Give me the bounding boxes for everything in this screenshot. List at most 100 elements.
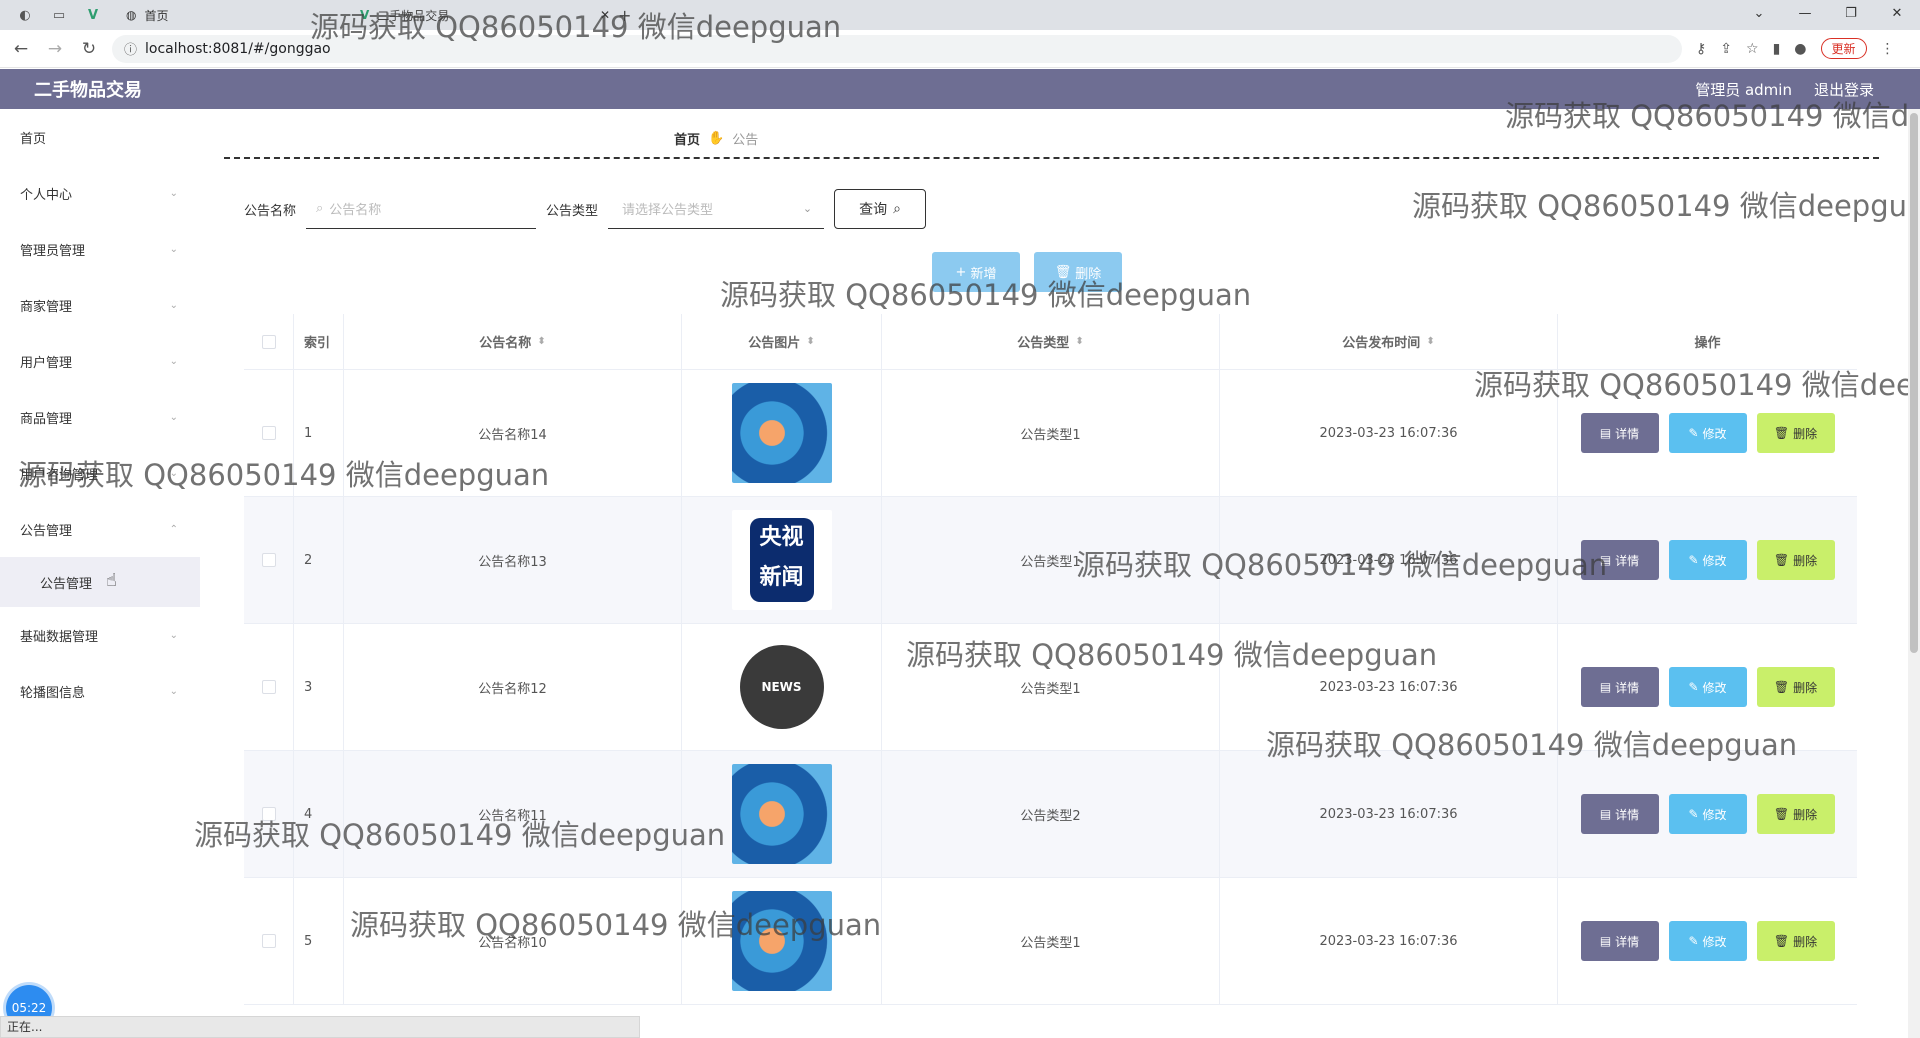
user-label: 管理员 admin <box>1695 80 1792 99</box>
row-checkbox[interactable] <box>261 680 276 694</box>
chevron-down-icon: ⌄ <box>169 299 178 311</box>
delete-button[interactable]: 🗑 删除 <box>1756 921 1835 961</box>
pencil-icon: ✎ <box>1688 426 1699 440</box>
plus-icon: + <box>955 264 967 280</box>
chevron-down-icon: ⌄ <box>169 685 178 697</box>
edit-button[interactable]: ✎ 修改 <box>1668 921 1747 961</box>
reload-icon[interactable]: ↻ <box>76 39 102 59</box>
chevron-down-icon: ⌄ <box>169 355 178 367</box>
select-all-checkbox[interactable] <box>261 334 276 349</box>
browser-back-tab-icon[interactable]: ◐ <box>16 6 34 24</box>
sidepanel-icon[interactable]: ▮ <box>1773 41 1781 57</box>
notice-image[interactable]: 央视新闻 <box>731 510 832 610</box>
url-input[interactable]: ⓘ localhost:8081/#/gonggao <box>112 34 1682 63</box>
col-time[interactable]: 公告发布时间 ⬍ <box>1220 314 1558 369</box>
action-buttons: + 新增 🗑 删除 <box>932 252 1122 292</box>
status-bar: 正在... <box>0 1016 640 1038</box>
delete-button[interactable]: 🗑 删除 <box>1756 794 1835 834</box>
row-checkbox[interactable] <box>261 553 276 567</box>
sort-icon[interactable]: ⬍ <box>806 336 814 347</box>
close-window-icon[interactable]: ✕ <box>1874 0 1920 30</box>
col-image[interactable]: 公告图片 ⬍ <box>682 314 882 369</box>
type-select[interactable]: 请选择公告类型 ⌄ <box>608 189 825 229</box>
detail-button[interactable]: ▤ 详情 <box>1580 540 1659 580</box>
tab-icon-blank[interactable]: ▭ <box>50 6 68 24</box>
sidebar-item-admin[interactable]: 管理员管理 ⌄ <box>0 221 200 277</box>
sort-icon[interactable]: ⬍ <box>1426 336 1434 347</box>
edit-button[interactable]: ✎ 修改 <box>1668 667 1747 707</box>
scrollbar-thumb[interactable] <box>1910 113 1918 653</box>
sidebar-item-home[interactable]: 首页 <box>0 109 200 165</box>
trash-icon: 🗑 <box>1773 553 1790 567</box>
notice-image[interactable] <box>731 891 832 991</box>
notice-image[interactable] <box>731 383 832 483</box>
sidebar-item-consult[interactable]: 用户咨询管理 ⌄ <box>0 445 200 501</box>
trash-icon: 🗑 <box>1773 680 1790 694</box>
sidebar-item-basedata[interactable]: 基础数据管理 ⌄ <box>0 607 200 663</box>
delete-button[interactable]: 🗑 删除 <box>1756 413 1835 453</box>
row-checkbox[interactable] <box>261 426 276 440</box>
new-tab-icon[interactable]: + <box>618 6 631 25</box>
restore-icon[interactable]: ❐ <box>1828 0 1874 30</box>
notice-image[interactable] <box>731 764 832 864</box>
info-icon[interactable]: ⓘ <box>124 39 137 58</box>
add-button[interactable]: + 新增 <box>932 252 1020 292</box>
sidebar-item-profile[interactable]: 个人中心 ⌄ <box>0 165 200 221</box>
edit-button[interactable]: ✎ 修改 <box>1668 413 1747 453</box>
chevron-down-icon: ⌄ <box>169 467 178 479</box>
breadcrumb-home[interactable]: 首页 <box>674 129 700 148</box>
sort-icon[interactable]: ⬍ <box>537 336 545 347</box>
sort-icon[interactable]: ⬍ <box>1075 336 1083 347</box>
notice-image[interactable]: NEWS <box>731 637 832 737</box>
tab-home[interactable]: ◍ 首页 <box>114 0 181 30</box>
table-row: 3 公告名称12 NEWS 公告类型1 2023-03-23 16:07:36 … <box>244 624 1857 751</box>
chevron-down-icon: ⌄ <box>802 202 813 215</box>
sidebar-item-carousel[interactable]: 轮播图信息 ⌄ <box>0 663 200 719</box>
logout-button[interactable]: 退出登录 <box>1814 79 1874 100</box>
close-tab-icon[interactable]: ✕ <box>600 8 610 22</box>
update-button[interactable]: 更新 <box>1820 38 1867 59</box>
sidebar-item-goods[interactable]: 商品管理 ⌄ <box>0 389 200 445</box>
divider <box>224 157 1879 159</box>
sidebar-item-merchant[interactable]: 商家管理 ⌄ <box>0 277 200 333</box>
menu-icon[interactable]: ⋮ <box>1881 41 1895 57</box>
batch-delete-button[interactable]: 🗑 删除 <box>1034 252 1122 292</box>
sidebar-item-users[interactable]: 用户管理 ⌄ <box>0 333 200 389</box>
detail-button[interactable]: ▤ 详情 <box>1580 667 1659 707</box>
col-type[interactable]: 公告类型 ⬍ <box>882 314 1220 369</box>
forward-icon[interactable]: → <box>42 39 68 59</box>
doc-icon: ▤ <box>1599 680 1612 694</box>
share-icon[interactable]: ⇪ <box>1720 41 1732 57</box>
table-header: 索引 公告名称 ⬍ 公告图片 ⬍ 公告类型 ⬍ 公告发布时间 ⬍ 操作 <box>244 314 1857 370</box>
tab-search-icon[interactable]: ⌄ <box>1736 0 1782 30</box>
trash-icon: 🗑 <box>1054 264 1072 280</box>
delete-button[interactable]: 🗑 删除 <box>1756 667 1835 707</box>
row-checkbox[interactable] <box>261 934 276 948</box>
profile-icon[interactable]: ● <box>1794 41 1806 57</box>
detail-button[interactable]: ▤ 详情 <box>1580 794 1659 834</box>
detail-button[interactable]: ▤ 详情 <box>1580 413 1659 453</box>
delete-button[interactable]: 🗑 删除 <box>1756 540 1835 580</box>
col-name[interactable]: 公告名称 ⬍ <box>344 314 682 369</box>
name-search-input[interactable]: ⌕ 公告名称 <box>306 189 537 229</box>
sidebar-subitem-notice[interactable]: 公告管理 <box>0 557 200 607</box>
minimize-icon[interactable]: — <box>1782 0 1828 30</box>
key-icon[interactable]: ⚷ <box>1696 41 1706 57</box>
row-checkbox[interactable] <box>261 807 276 821</box>
trash-icon: 🗑 <box>1773 934 1790 948</box>
brand-title: 二手物品交易 <box>34 80 142 101</box>
search-icon: ⌕ <box>893 201 901 217</box>
edit-button[interactable]: ✎ 修改 <box>1668 540 1747 580</box>
edit-button[interactable]: ✎ 修改 <box>1668 794 1747 834</box>
tab-secondhand[interactable]: V 二手物品交易 ✕ <box>360 0 610 30</box>
back-icon[interactable]: ← <box>8 39 34 59</box>
vue-icon[interactable]: V <box>84 6 102 24</box>
page-scrollbar[interactable] <box>1908 109 1920 1038</box>
sidebar-item-notice[interactable]: 公告管理 ⌃ <box>0 501 200 557</box>
detail-button[interactable]: ▤ 详情 <box>1580 921 1659 961</box>
chevron-down-icon: ⌄ <box>169 187 178 199</box>
notice-table: 索引 公告名称 ⬍ 公告图片 ⬍ 公告类型 ⬍ 公告发布时间 ⬍ 操作 1 公告名称14… <box>244 314 1857 1005</box>
star-icon[interactable]: ☆ <box>1746 41 1759 57</box>
pencil-icon: ✎ <box>1688 934 1699 948</box>
query-button[interactable]: 查询 ⌕ <box>834 189 927 229</box>
